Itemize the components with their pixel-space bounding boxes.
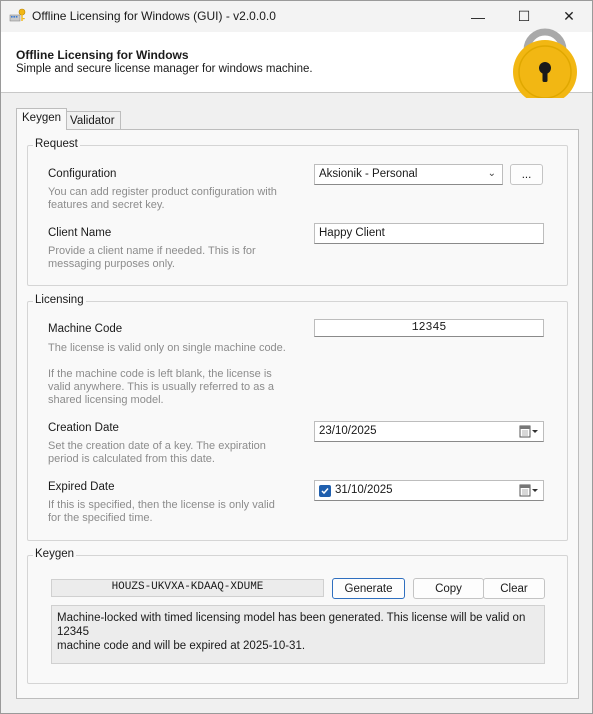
window-title: Offline Licensing for Windows (GUI) - v2… bbox=[32, 9, 276, 23]
machine-code-description-4: shared licensing model. bbox=[48, 394, 164, 406]
keygen-group-label: Keygen bbox=[33, 548, 77, 560]
key-app-icon bbox=[9, 7, 27, 25]
creation-date-description-2: period is calculated from this date. bbox=[48, 453, 215, 465]
machine-code-description-3: valid anywhere. This is usually referred… bbox=[48, 381, 275, 393]
calendar-icon[interactable] bbox=[519, 425, 539, 439]
header-title: Offline Licensing for Windows bbox=[16, 48, 189, 62]
keygen-group: Keygen HOUZS-UKVXA-KDAAQ-XDUME Generate … bbox=[27, 548, 568, 684]
clear-button[interactable]: Clear bbox=[483, 578, 545, 599]
machine-code-input[interactable]: 12345 bbox=[314, 319, 544, 337]
client-name-description-2: messaging purposes only. bbox=[48, 258, 175, 270]
browse-configuration-button[interactable]: ... bbox=[510, 164, 543, 185]
minimize-button[interactable]: — bbox=[455, 1, 501, 32]
configuration-select[interactable]: Aksionik - Personal ⌄ bbox=[314, 164, 503, 185]
request-group-label: Request bbox=[33, 138, 80, 150]
output-line-1: Machine-locked with timed licensing mode… bbox=[57, 612, 526, 638]
expired-date-picker[interactable]: 31/10/2025 bbox=[314, 480, 544, 501]
client-name-description-1: Provide a client name if needed. This is… bbox=[48, 245, 256, 257]
creation-date-description-1: Set the creation date of a key. The expi… bbox=[48, 440, 266, 452]
machine-code-label: Machine Code bbox=[48, 323, 123, 335]
tab-validator[interactable]: Validator bbox=[64, 111, 121, 131]
header-subtitle: Simple and secure license manager for wi… bbox=[16, 63, 313, 75]
configuration-description-1: You can add register product configurati… bbox=[48, 186, 277, 198]
configuration-label: Configuration bbox=[48, 168, 117, 180]
expired-date-description-1: If this is specified, then the license i… bbox=[48, 499, 275, 511]
chevron-down-icon: ⌄ bbox=[487, 168, 496, 179]
machine-code-description-2: If the machine code is left blank, the l… bbox=[48, 368, 272, 380]
licensing-group: Licensing Machine Code The license is va… bbox=[27, 294, 568, 541]
copy-button[interactable]: Copy bbox=[413, 578, 484, 599]
expired-date-description-2: for the specified time. bbox=[48, 512, 153, 524]
request-group: Request Configuration You can add regist… bbox=[27, 138, 568, 286]
client-name-input[interactable]: Happy Client bbox=[314, 223, 544, 244]
expired-date-label: Expired Date bbox=[48, 481, 115, 493]
configuration-selected-value: Aksionik - Personal bbox=[319, 168, 418, 180]
licensing-group-label: Licensing bbox=[33, 294, 86, 306]
app-window: Offline Licensing for Windows (GUI) - v2… bbox=[0, 0, 593, 714]
machine-code-description-1: The license is valid only on single mach… bbox=[48, 342, 286, 354]
configuration-description-2: features and secret key. bbox=[48, 199, 165, 211]
output-message: Machine-locked with timed licensing mode… bbox=[51, 605, 545, 664]
tab-keygen[interactable]: Keygen bbox=[16, 108, 68, 130]
padlock-icon bbox=[501, 26, 592, 98]
client-name-label: Client Name bbox=[48, 227, 112, 239]
expired-date-value: 31/10/2025 bbox=[335, 484, 393, 496]
creation-date-value: 23/10/2025 bbox=[319, 425, 377, 437]
calendar-icon[interactable] bbox=[519, 484, 539, 498]
license-key-field[interactable]: HOUZS-UKVXA-KDAAQ-XDUME bbox=[51, 579, 324, 597]
output-line-2: machine code and will be expired at 2025… bbox=[57, 640, 306, 652]
generate-button[interactable]: Generate bbox=[332, 578, 405, 599]
expired-date-checkbox[interactable] bbox=[319, 485, 331, 497]
creation-date-picker[interactable]: 23/10/2025 bbox=[314, 421, 544, 442]
app-header: Offline Licensing for Windows Simple and… bbox=[1, 28, 592, 98]
creation-date-label: Creation Date bbox=[48, 422, 119, 434]
keygen-tab-page: Request Configuration You can add regist… bbox=[16, 129, 579, 699]
